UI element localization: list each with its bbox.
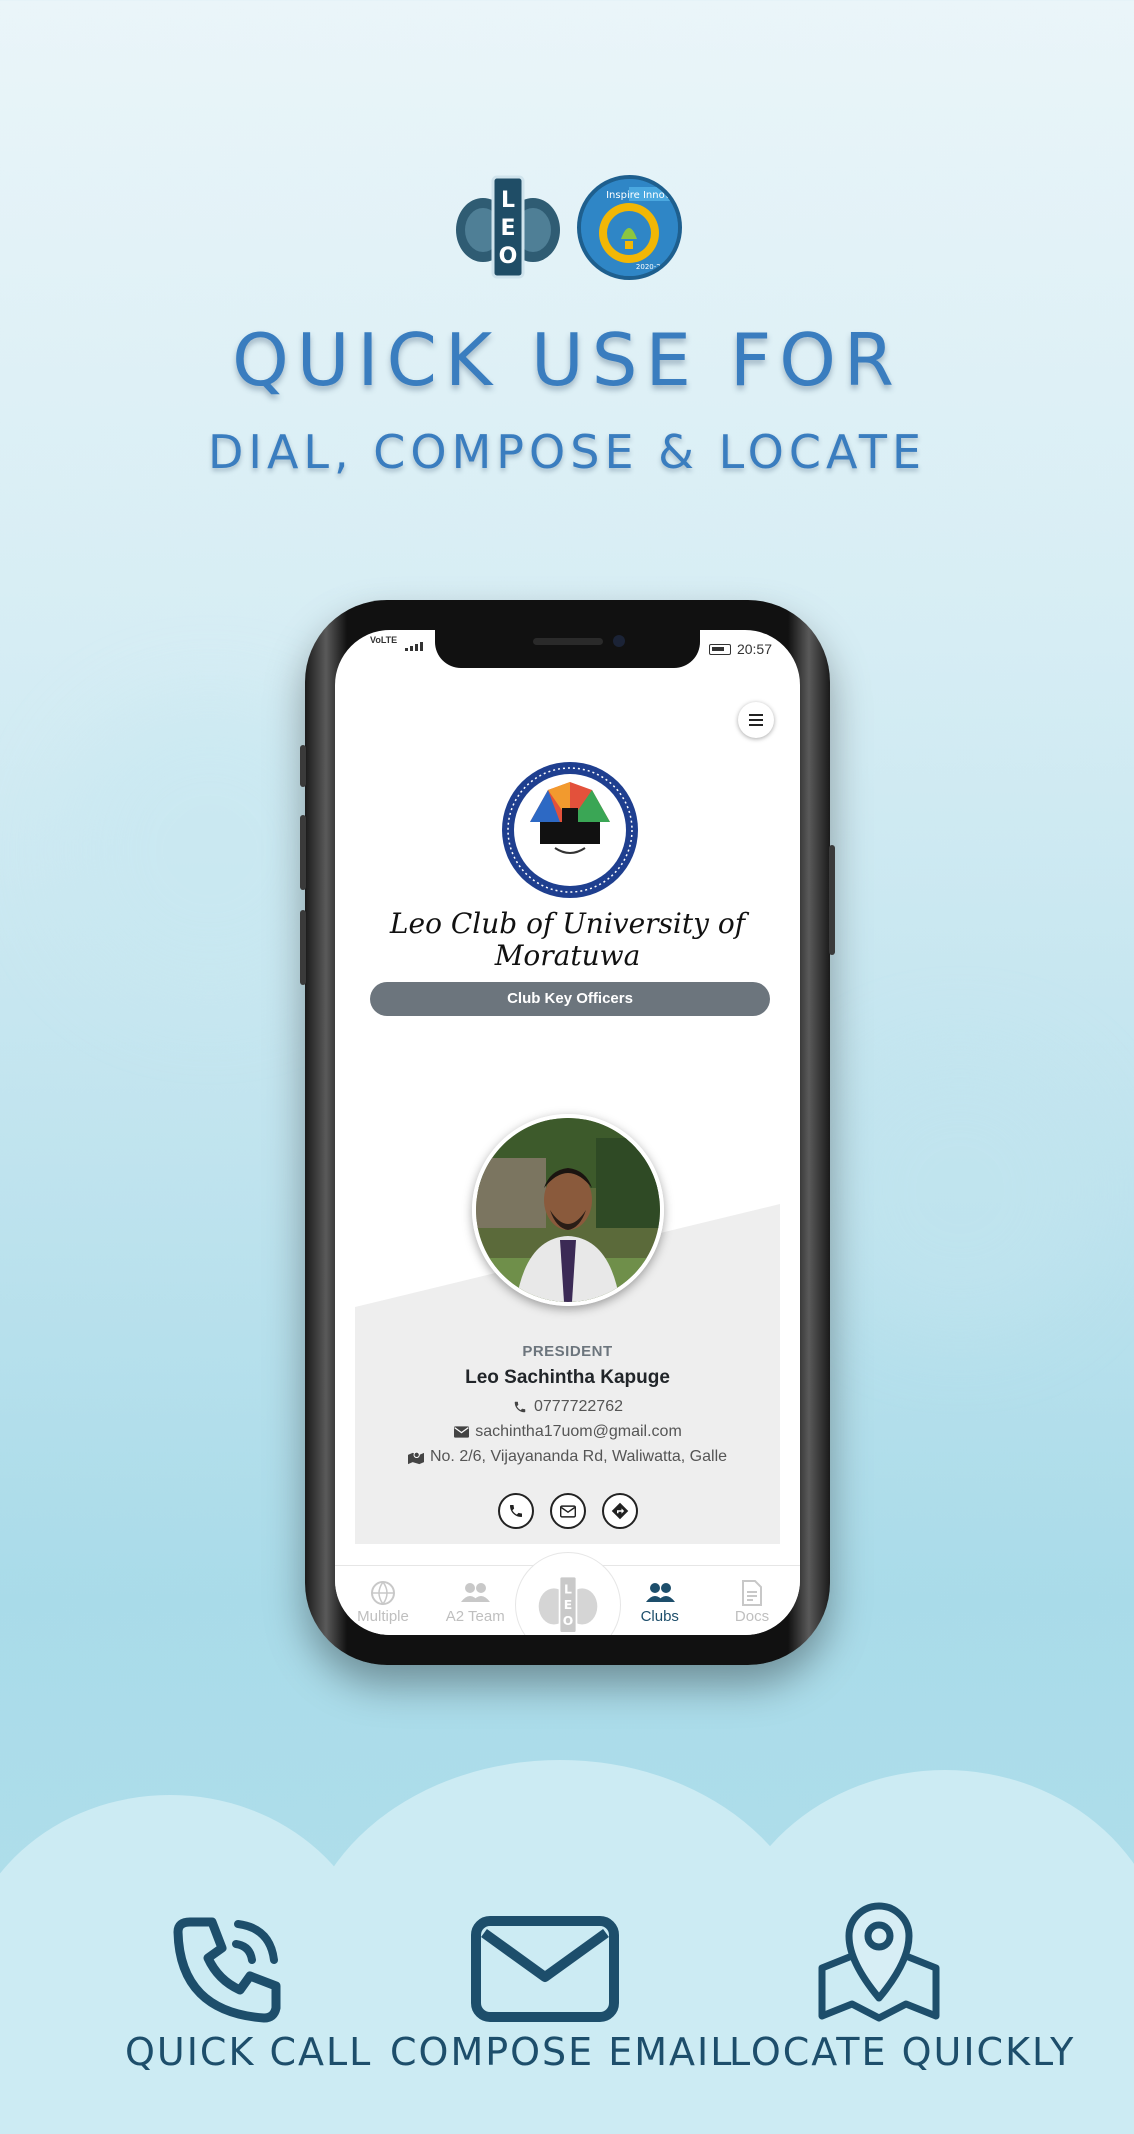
- leo-lions-logo-icon: L E O: [453, 175, 563, 280]
- phone-notch: [435, 630, 700, 668]
- feature-label-compose-email: COMPOSE EMAIL: [390, 2030, 734, 2074]
- tab-label: A2 Team: [445, 1608, 505, 1625]
- signal-icon: [405, 642, 423, 651]
- phone-side-button: [300, 815, 306, 890]
- tab-label: Docs: [734, 1608, 770, 1625]
- directions-button[interactable]: [601, 1493, 638, 1529]
- officer-phone: 0777722762: [534, 1398, 623, 1415]
- tab-multiple[interactable]: Multiple: [343, 1566, 423, 1635]
- battery-icon: [708, 643, 731, 655]
- svg-text:E: E: [500, 216, 515, 241]
- envelope-icon: [470, 1915, 620, 2030]
- page-subheadline: DIAL, COMPOSE & LOCATE: [207, 425, 927, 479]
- svg-text:O: O: [563, 1613, 574, 1628]
- tab-a2-team[interactable]: A2 Team: [435, 1566, 515, 1635]
- tab-label: Clubs: [640, 1608, 679, 1625]
- officer-email: sachintha17uom@gmail.com: [475, 1423, 682, 1440]
- tab-home[interactable]: L E O: [515, 1552, 621, 1635]
- club-title: Leo Club of University of Moratuwa: [389, 907, 746, 972]
- badge-text: Inspire Innovation: [606, 190, 678, 201]
- badge-years: 2020-2021: [635, 263, 673, 271]
- svg-text:L: L: [564, 1581, 572, 1596]
- officer-name: Leo Sachintha Kapuge: [465, 1367, 670, 1388]
- map-marked-icon: [407, 1449, 424, 1465]
- officer-address: No. 2/6, Vijayananda Rd, Waliwatta, Gall…: [429, 1448, 728, 1465]
- status-right: 20:57: [708, 641, 772, 657]
- officer-role: PRESIDENT: [522, 1343, 613, 1360]
- phone-screen: VoLTE 20:57 Leo Club of University of Mo…: [335, 630, 800, 1635]
- inspire-innovation-badge: Inspire Innovation 2020-2021: [576, 175, 682, 280]
- envelope-icon: [453, 1424, 469, 1440]
- club-logo: [500, 760, 640, 900]
- document-icon: [712, 1580, 792, 1606]
- feature-label-locate-quickly: LOCATE QUICKLY: [729, 2030, 1076, 2074]
- bottom-tab-bar: Multiple A2 Team Clubs Docs L E O: [335, 1552, 800, 1635]
- tab-label: Multiple: [357, 1608, 409, 1625]
- phone-side-button: [300, 745, 306, 787]
- svg-text:E: E: [564, 1597, 572, 1612]
- phone-mockup: VoLTE 20:57 Leo Club of University of Mo…: [300, 600, 835, 1665]
- header-logos: L E O Inspire Innovation 2020-2021: [0, 175, 1134, 280]
- tab-clubs[interactable]: Clubs: [620, 1566, 700, 1635]
- phone-side-button: [300, 910, 306, 985]
- feature-label-quick-call: QUICK CALL: [125, 2030, 373, 2074]
- hamburger-menu-icon[interactable]: [738, 702, 774, 738]
- phone-icon: [168, 1910, 288, 2035]
- status-time: 20:57: [736, 641, 772, 657]
- front-camera: [613, 635, 625, 647]
- map-pin-icon: [814, 1898, 944, 2028]
- officer-address-line[interactable]: No. 2/6, Vijayananda Rd, Waliwatta, Gall…: [335, 1448, 800, 1466]
- users-icon: [620, 1580, 700, 1606]
- leo-home-icon: L E O: [538, 1575, 598, 1634]
- svg-text:L: L: [500, 188, 514, 213]
- phone-power-button: [829, 845, 835, 955]
- officer-avatar: [472, 1114, 664, 1306]
- officer-actions: [335, 1493, 800, 1529]
- speaker-grille: [533, 638, 603, 645]
- background-blot: [820, 1050, 1100, 1330]
- team-icon: [435, 1580, 515, 1606]
- email-button[interactable]: [549, 1493, 586, 1529]
- phone-icon: [512, 1399, 528, 1415]
- status-network: VoLTE: [370, 635, 398, 645]
- page-headline: QUICK USE FOR: [232, 318, 902, 402]
- tab-docs[interactable]: Docs: [712, 1566, 792, 1635]
- officer-phone-line[interactable]: 0777722762: [335, 1398, 800, 1416]
- officer-email-line[interactable]: sachintha17uom@gmail.com: [335, 1423, 800, 1441]
- call-button[interactable]: [497, 1493, 534, 1529]
- svg-text:O: O: [498, 244, 517, 269]
- globe-users-icon: [343, 1580, 423, 1606]
- club-key-officers-button[interactable]: Club Key Officers: [370, 982, 770, 1016]
